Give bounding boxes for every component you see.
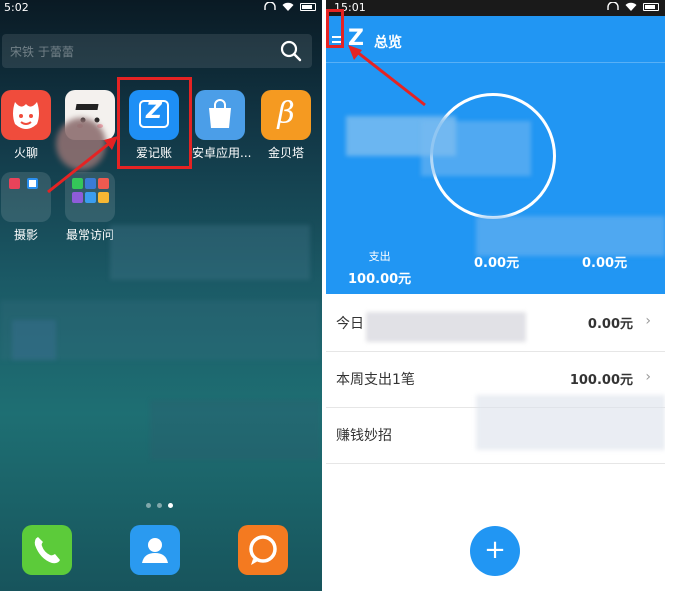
overview-panel: Z 总览 支出 100.00元 0.00元 0.00元 <box>326 16 665 294</box>
row-label: 赚钱妙招 <box>336 428 392 444</box>
jinbeita-icon: β <box>261 90 311 140</box>
folder-label: 摄影 <box>13 228 38 242</box>
app-label: 安卓应用... <box>192 146 252 160</box>
screenshot-canvas: 5:02 宋铁 于蕾蕾 火聊 Z 爱记账 安卓应用... β 金贝塔 摄影 最常… <box>0 0 680 591</box>
highlight-menu-button <box>326 9 344 48</box>
stat-value: 100.00元 <box>348 272 412 287</box>
app-store[interactable]: 安卓应用... <box>192 90 252 161</box>
page-dot-active <box>168 503 173 508</box>
status-bar: 15:01 <box>326 0 665 16</box>
status-time: 5:02 <box>4 1 29 14</box>
stat-value: 0.00元 <box>474 256 520 271</box>
stat-income: 0.00元 <box>474 248 519 271</box>
page-dot <box>157 503 162 508</box>
stat-expense: 支出 100.00元 <box>348 248 411 287</box>
messages-app[interactable] <box>238 525 288 575</box>
blurred-overlay <box>56 118 106 170</box>
contacts-icon <box>142 538 168 563</box>
blurred-overlay <box>110 225 310 280</box>
app-jinbeita[interactable]: β 金贝塔 <box>258 90 314 161</box>
status-icons <box>607 2 659 12</box>
folder-icon <box>1 172 51 222</box>
phone-app[interactable] <box>22 525 72 575</box>
status-icons <box>264 2 316 12</box>
row-label: 今日 <box>336 316 364 332</box>
folder-icon <box>65 172 115 222</box>
wifi-icon <box>282 2 294 11</box>
headphone-icon <box>264 2 276 10</box>
page-title: 总览 <box>374 35 402 51</box>
chevron-right-icon: › <box>645 313 651 329</box>
app-logo: Z <box>348 26 364 51</box>
status-bar: 5:02 <box>0 0 322 16</box>
app-screen: 15:01 Z 总览 支出 100.00元 0.00元 0.00元 今日 0.0… <box>326 0 665 591</box>
phone-icon <box>34 537 60 564</box>
huoliao-icon <box>1 90 51 140</box>
stat-value: 0.00元 <box>582 256 628 271</box>
app-label: 火聊 <box>13 146 38 160</box>
blurred-overlay <box>366 312 526 342</box>
search-placeholder: 宋铁 于蕾蕾 <box>10 45 74 59</box>
blurred-overlay <box>421 121 531 176</box>
row-label: 本周支出1笔 <box>336 372 415 388</box>
folder-photography[interactable]: 摄影 <box>0 172 54 243</box>
battery-icon <box>643 3 659 11</box>
contacts-app[interactable] <box>130 525 180 575</box>
stat-balance: 0.00元 <box>582 248 627 271</box>
blurred-overlay <box>150 400 320 460</box>
highlight-aijizhang <box>117 77 192 169</box>
page-dot <box>146 503 151 508</box>
row-value: 0.00元 <box>587 317 633 332</box>
beta-glyph: β <box>277 96 295 131</box>
app-huoliao[interactable]: 火聊 <box>0 90 54 161</box>
app-label: 金贝塔 <box>267 146 304 160</box>
search-bar[interactable]: 宋铁 于蕾蕾 <box>2 34 312 68</box>
chevron-right-icon: › <box>645 369 651 385</box>
add-record-button[interactable]: + <box>470 526 520 576</box>
battery-icon <box>300 3 316 11</box>
row-value: 100.00元 <box>569 373 633 388</box>
page-indicator <box>146 503 173 508</box>
wifi-icon <box>625 2 637 11</box>
shopping-bag-icon <box>195 90 245 140</box>
message-icon <box>249 535 277 565</box>
blurred-overlay <box>476 395 665 450</box>
search-icon[interactable] <box>280 40 302 62</box>
stat-key: 支出 <box>368 250 391 263</box>
blurred-overlay <box>0 300 320 360</box>
headphone-icon <box>607 2 619 10</box>
